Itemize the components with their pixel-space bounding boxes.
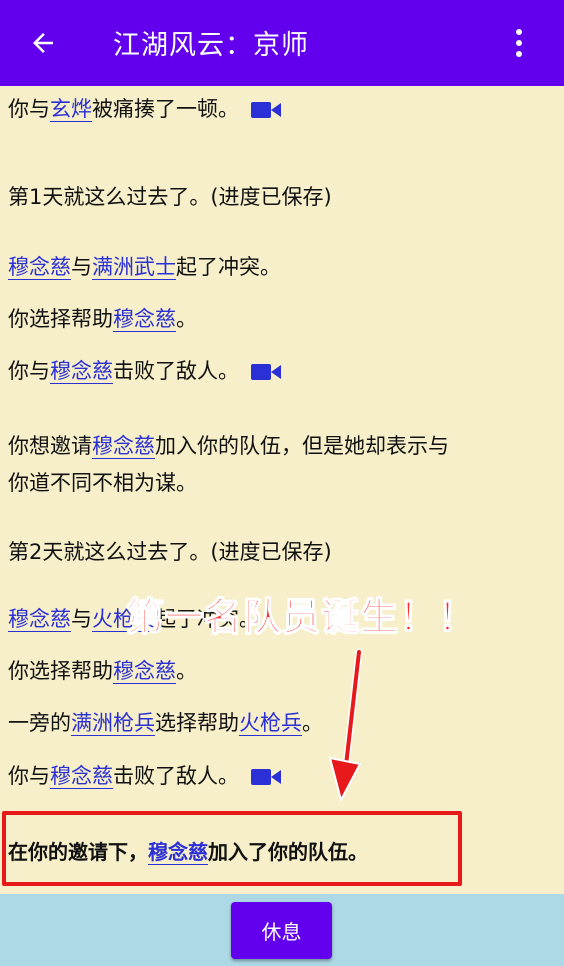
log-text: 一旁的 [8, 711, 71, 735]
log-text: 你道不同不相为谋。 [8, 471, 197, 495]
log-text: 。 [176, 307, 197, 331]
character-link[interactable]: 穆念慈 [8, 255, 71, 280]
more-vertical-icon[interactable] [508, 26, 530, 60]
log-text: 被痛揍了一顿。 [92, 97, 239, 121]
log-text: 加入你的队伍，但是她却表示与 [155, 434, 449, 458]
video-camera-icon[interactable] [251, 362, 281, 382]
character-link[interactable]: 满洲枪兵 [71, 711, 155, 736]
annotation-text: 第一名队员诞生！！ [125, 594, 478, 639]
log-text: 你与 [8, 97, 50, 121]
highlight-box [2, 811, 462, 886]
log-text: 你想邀请 [8, 434, 92, 458]
log-text: 你与 [8, 359, 50, 383]
video-camera-icon[interactable] [251, 100, 281, 120]
log-text: 起了冲突。 [176, 255, 281, 279]
page-title: 江湖风云：京师 [113, 30, 309, 61]
character-link[interactable]: 穆念慈 [113, 307, 176, 332]
arrow-left-icon[interactable] [28, 28, 58, 58]
character-link[interactable]: 穆念慈 [50, 764, 113, 789]
video-camera-icon[interactable] [251, 767, 281, 787]
log-text: 。 [176, 659, 197, 683]
log-text: 你与 [8, 764, 50, 788]
log-text: 你选择帮助 [8, 659, 113, 683]
log-text: 击败了敌人。 [113, 764, 239, 788]
log-line: 你道不同不相为谋。 [8, 470, 197, 496]
log-line: 你与穆念慈击败了敌人。 [8, 763, 281, 789]
log-line: 第2天就这么过去了。(进度已保存) [8, 539, 332, 565]
character-link[interactable]: 穆念慈 [92, 434, 155, 459]
log-line: 你选择帮助穆念慈。 [8, 306, 197, 332]
log-text: 与 [71, 607, 92, 631]
character-link[interactable]: 穆念慈 [50, 359, 113, 384]
log-text: 与 [71, 255, 92, 279]
log-line: 一旁的满洲枪兵选择帮助火枪兵。 [8, 710, 323, 736]
arrow-annotation-icon [328, 648, 363, 803]
character-link[interactable]: 玄烨 [50, 97, 92, 122]
character-link[interactable]: 火枪兵 [239, 711, 302, 736]
rest-button[interactable]: 休息 [231, 902, 332, 959]
log-text: 你选择帮助 [8, 307, 113, 331]
log-line: 你与玄烨被痛揍了一顿。 [8, 96, 281, 122]
character-link[interactable]: 满洲武士 [92, 255, 176, 280]
log-text: 击败了敌人。 [113, 359, 239, 383]
character-link[interactable]: 穆念慈 [113, 659, 176, 684]
log-text: 第2天就这么过去了。(进度已保存) [8, 540, 332, 564]
log-line: 你选择帮助穆念慈。 [8, 658, 197, 684]
app-bar: 江湖风云：京师 [0, 0, 564, 86]
log-line: 第1天就这么过去了。(进度已保存) [8, 184, 332, 210]
log-line: 你与穆念慈击败了敌人。 [8, 358, 281, 384]
log-text: 。 [302, 711, 323, 735]
log-text: 选择帮助 [155, 711, 239, 735]
log-line: 你想邀请穆念慈加入你的队伍，但是她却表示与 [8, 433, 449, 459]
character-link[interactable]: 穆念慈 [8, 607, 71, 632]
log-text: 第1天就这么过去了。(进度已保存) [8, 185, 332, 209]
log-line: 穆念慈与满洲武士起了冲突。 [8, 254, 281, 280]
